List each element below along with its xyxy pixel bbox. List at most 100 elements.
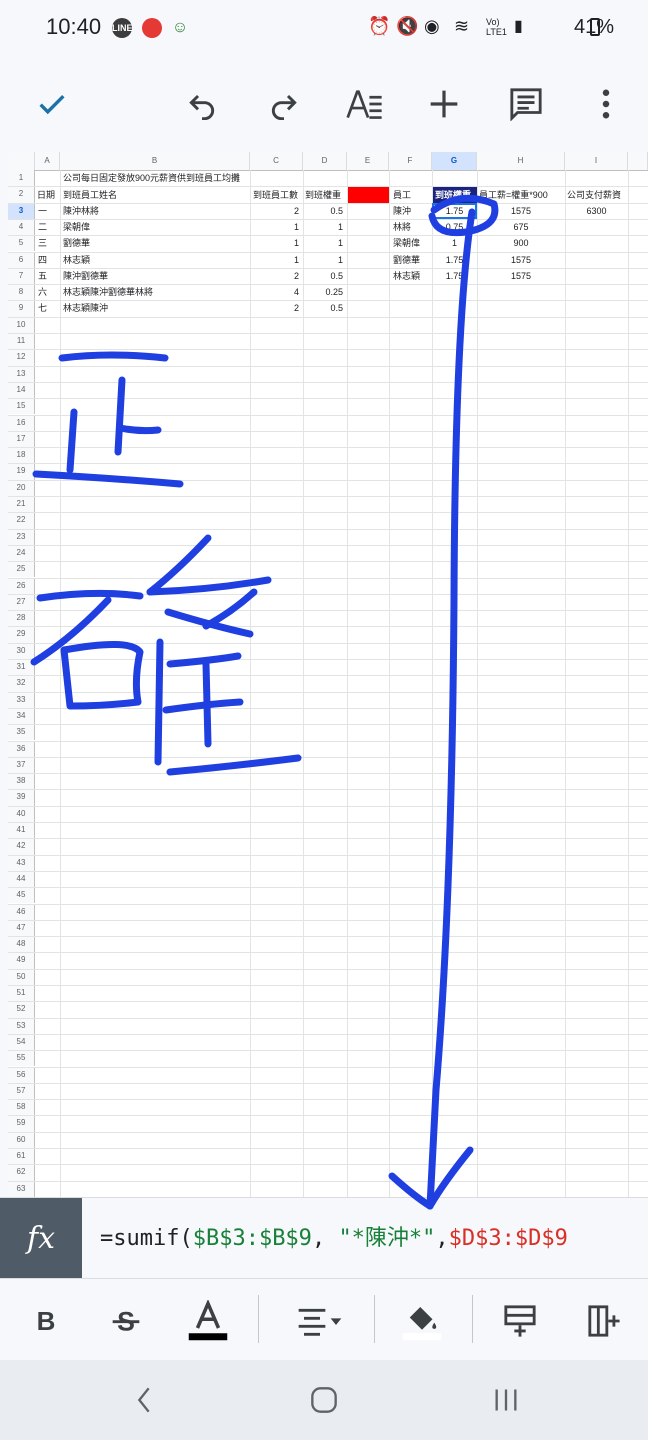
text-format-button[interactable] <box>340 80 388 128</box>
column-header-d[interactable]: D <box>303 152 347 170</box>
row-header[interactable]: 47 <box>8 919 35 937</box>
cell-c7[interactable]: 2 <box>250 268 299 284</box>
row-header[interactable]: 27 <box>8 593 35 611</box>
row-header[interactable]: 53 <box>8 1017 35 1034</box>
cell-b2[interactable]: 到班員工姓名 <box>63 187 117 203</box>
row-header[interactable]: 19 <box>8 463 35 480</box>
cell-h3[interactable]: 1575 <box>477 203 565 219</box>
row-header[interactable]: 26 <box>8 577 35 594</box>
cell-g3[interactable]: 1.75 <box>432 203 477 219</box>
row-header[interactable]: 62 <box>8 1164 35 1181</box>
row-header[interactable]: 34 <box>8 707 35 725</box>
row-header[interactable]: 28 <box>8 610 35 627</box>
row-header[interactable]: 38 <box>8 773 35 790</box>
row-header[interactable]: 52 <box>8 1001 35 1018</box>
cell-b5[interactable]: 劉德華 <box>63 235 90 251</box>
row-header[interactable]: 15 <box>8 398 35 415</box>
cell-d7[interactable]: 0.5 <box>303 268 343 284</box>
cell-a9[interactable]: 七 <box>38 300 47 316</box>
column-header-f[interactable]: F <box>389 152 432 170</box>
row-header[interactable]: 31 <box>8 659 35 676</box>
insert-column-button[interactable] <box>580 1297 628 1345</box>
cell-f3[interactable]: 陳沖 <box>393 203 411 219</box>
cell-a6[interactable]: 四 <box>38 252 47 268</box>
cell-c6[interactable]: 1 <box>250 252 299 268</box>
row-header[interactable]: 36 <box>8 740 35 757</box>
recents-button[interactable] <box>486 1380 526 1420</box>
row-header[interactable]: 40 <box>8 805 35 822</box>
cell-h6[interactable]: 1575 <box>477 252 565 268</box>
row-header[interactable]: 22 <box>8 512 35 529</box>
cell-g4[interactable]: 0.75 <box>432 219 477 235</box>
cell-d5[interactable]: 1 <box>303 235 343 251</box>
cell-b9[interactable]: 林志穎陳沖 <box>63 300 108 316</box>
bold-button[interactable]: B <box>22 1297 70 1345</box>
redo-button[interactable] <box>260 80 308 128</box>
cell-d2[interactable]: 到班權重 <box>305 187 341 203</box>
row-header[interactable]: 3 <box>8 202 35 219</box>
row-header[interactable]: 60 <box>8 1131 35 1148</box>
confirm-button[interactable] <box>28 80 76 128</box>
cell-c5[interactable]: 1 <box>250 235 299 251</box>
row-header[interactable]: 61 <box>8 1148 35 1165</box>
row-header[interactable]: 54 <box>8 1033 35 1051</box>
row-header[interactable]: 8 <box>8 284 35 301</box>
cell-d4[interactable]: 1 <box>303 219 343 235</box>
row-header[interactable]: 56 <box>8 1066 35 1083</box>
row-header[interactable]: 4 <box>8 218 35 236</box>
row-header[interactable]: 45 <box>8 887 35 904</box>
row-header[interactable]: 44 <box>8 870 35 888</box>
row-header-corner[interactable] <box>8 152 35 170</box>
row-header[interactable]: 33 <box>8 691 35 708</box>
column-header-h[interactable]: H <box>477 152 565 170</box>
cell-a5[interactable]: 三 <box>38 235 47 251</box>
cell-h7[interactable]: 1575 <box>477 268 565 284</box>
cell-f7[interactable]: 林志穎 <box>393 268 420 284</box>
row-header[interactable]: 21 <box>8 496 35 513</box>
insert-button[interactable] <box>420 80 468 128</box>
row-header[interactable]: 18 <box>8 447 35 464</box>
cell-i2[interactable]: 公司支付薪資 <box>567 187 621 203</box>
cell-d8[interactable]: 0.25 <box>303 284 343 300</box>
row-header[interactable]: 63 <box>8 1180 35 1197</box>
cell-g6[interactable]: 1.75 <box>432 252 477 268</box>
cell-g5[interactable]: 1 <box>432 235 477 251</box>
cell-i6[interactable] <box>565 252 628 268</box>
column-header-i[interactable]: I <box>565 152 628 170</box>
row-header[interactable]: 13 <box>8 365 35 382</box>
cell-f6[interactable]: 劉德華 <box>393 252 420 268</box>
formula-input[interactable]: =sumif($B$3:$B$9, "*陳沖*",$D$3:$D$9 <box>100 1222 632 1258</box>
back-button[interactable] <box>124 1380 164 1420</box>
cell-c2[interactable]: 到班員工數 <box>253 187 298 203</box>
cell-e2-red-fill[interactable] <box>348 187 389 203</box>
cell-c3[interactable]: 2 <box>250 203 299 219</box>
row-header[interactable]: 10 <box>8 316 35 333</box>
cell-a2[interactable]: 日期 <box>37 187 55 203</box>
cell-b7[interactable]: 陳沖劉德華 <box>63 268 108 284</box>
cell-b8[interactable]: 林志穎陳沖劉德華林將 <box>63 284 153 300</box>
column-header-c[interactable]: C <box>250 152 303 170</box>
cell-c9[interactable]: 2 <box>250 300 299 316</box>
row-header[interactable]: 6 <box>8 251 35 268</box>
spreadsheet-grid[interactable]: A B C D E F G H I 1 2 3 4 5 6 7 8 9 10 11 12 13 14 15 1… <box>8 152 648 1197</box>
cell-d6[interactable]: 1 <box>303 252 343 268</box>
row-header[interactable]: 20 <box>8 479 35 496</box>
row-header[interactable]: 12 <box>8 349 35 366</box>
row-header[interactable]: 55 <box>8 1050 35 1067</box>
row-header[interactable]: 11 <box>8 333 35 350</box>
align-button[interactable] <box>288 1297 352 1345</box>
row-header[interactable]: 1 <box>8 170 35 187</box>
undo-button[interactable] <box>178 80 226 128</box>
cell-f4[interactable]: 林將 <box>393 219 411 235</box>
cell-i5[interactable] <box>565 235 628 251</box>
cell-b4[interactable]: 梁朝偉 <box>63 219 90 235</box>
row-header[interactable]: 35 <box>8 724 35 741</box>
row-header[interactable]: 50 <box>8 968 35 985</box>
more-options-button[interactable] <box>582 80 630 128</box>
cell-c4[interactable]: 1 <box>250 219 299 235</box>
cell-h4[interactable]: 675 <box>477 219 565 235</box>
row-header[interactable]: 17 <box>8 430 35 448</box>
cell-d3[interactable]: 0.5 <box>303 203 343 219</box>
fill-color-button[interactable] <box>398 1297 446 1345</box>
column-header-b[interactable]: B <box>60 152 250 170</box>
